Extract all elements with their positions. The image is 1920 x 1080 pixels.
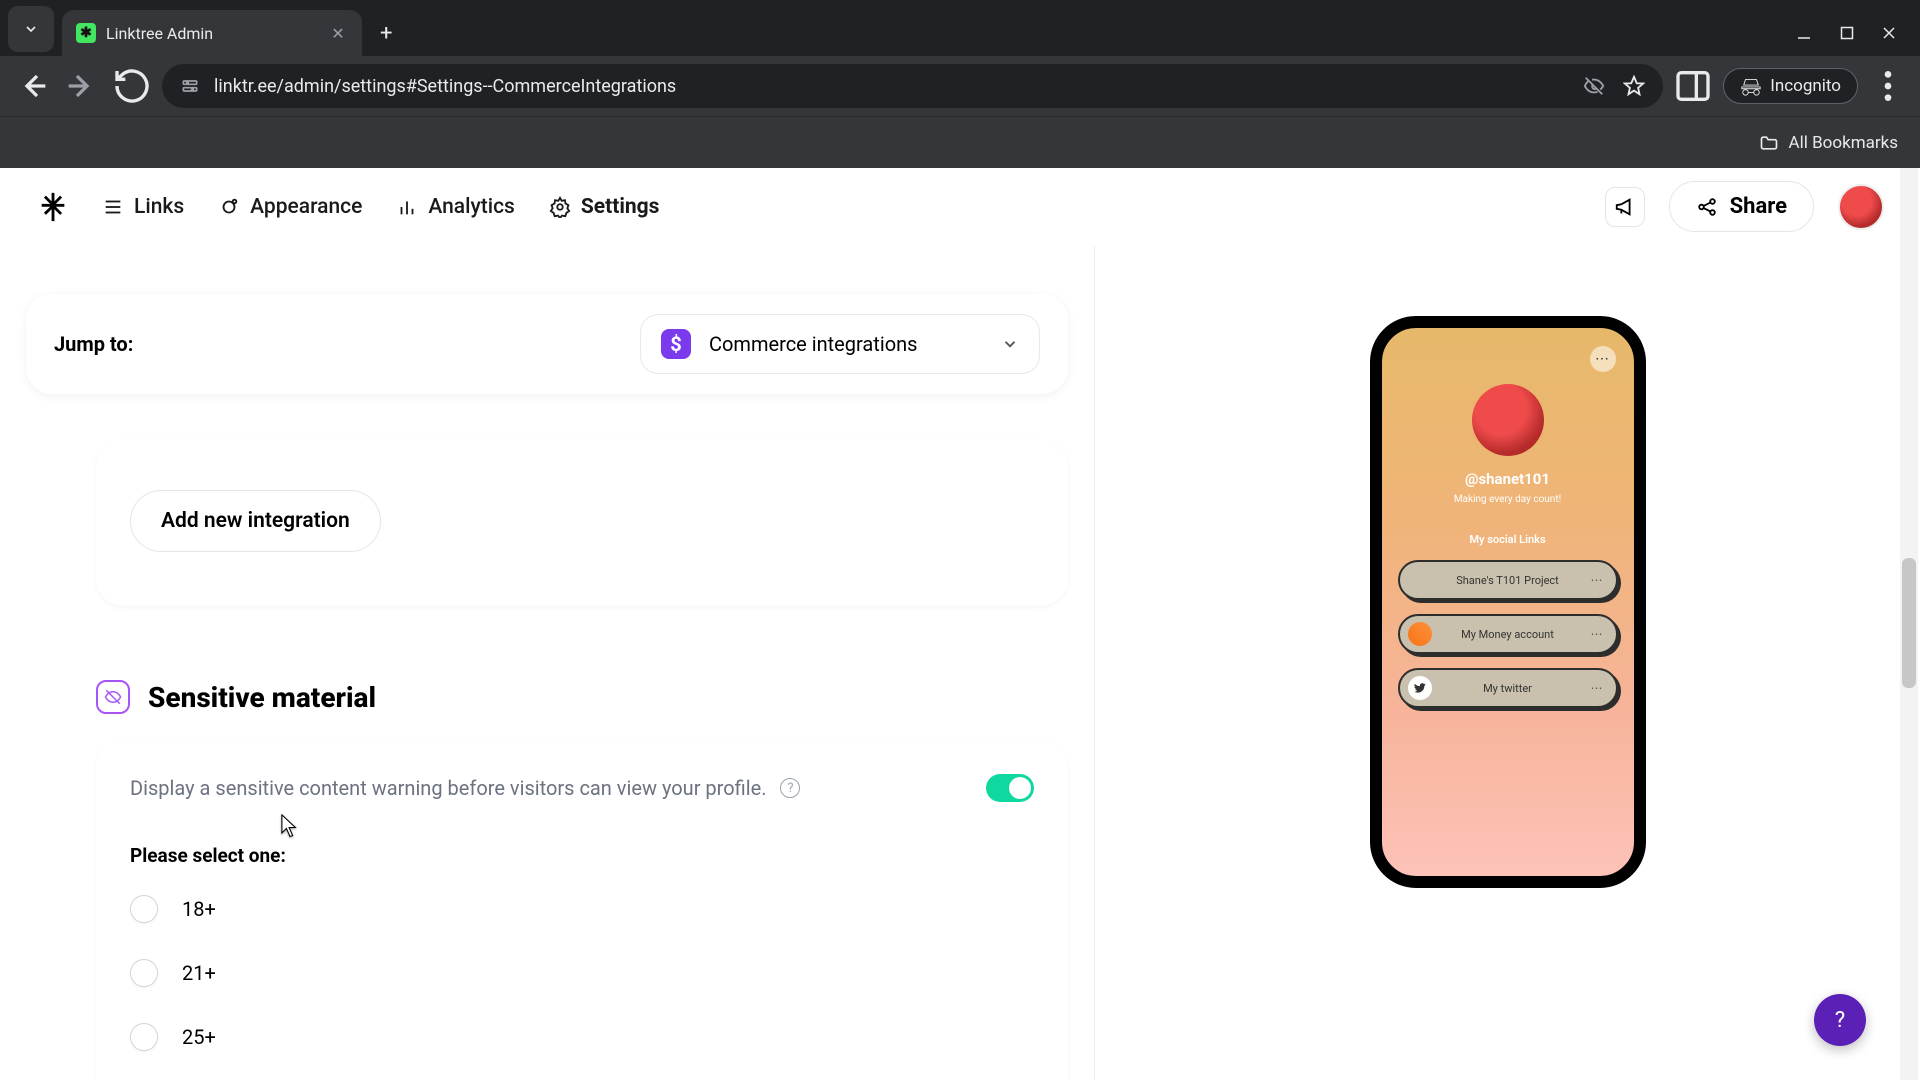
radio-label: 18+ bbox=[182, 897, 216, 921]
nav-analytics[interactable]: Analytics bbox=[396, 195, 515, 219]
share-label: Share bbox=[1730, 194, 1787, 219]
link-more-icon: ⋯ bbox=[1591, 573, 1604, 587]
phone-preview: ⋯ @shanet101 Making every day count! My … bbox=[1370, 316, 1646, 888]
integrations-card: Add new integration bbox=[96, 440, 1068, 606]
jump-to-label: Jump to: bbox=[54, 332, 133, 356]
nav-appearance-label: Appearance bbox=[250, 195, 362, 219]
url-text: linktr.ee/admin/settings#Settings--Comme… bbox=[214, 76, 676, 97]
linktree-favicon-icon: ✱ bbox=[76, 23, 96, 43]
jump-to-value: Commerce integrations bbox=[709, 332, 983, 356]
radio-icon[interactable] bbox=[130, 1023, 158, 1051]
sparkle-icon bbox=[218, 196, 240, 218]
preview-tagline: Making every day count! bbox=[1382, 494, 1634, 505]
tab-search-dropdown[interactable] bbox=[8, 6, 54, 52]
nav-back-icon[interactable] bbox=[12, 66, 52, 106]
nav-links-label: Links bbox=[134, 195, 184, 219]
help-icon[interactable]: ? bbox=[780, 778, 800, 798]
add-integration-button[interactable]: Add new integration bbox=[130, 490, 381, 552]
nav-analytics-label: Analytics bbox=[428, 195, 515, 219]
preview-avatar bbox=[1472, 384, 1544, 456]
radio-icon[interactable] bbox=[130, 895, 158, 923]
twitter-icon bbox=[1408, 676, 1432, 700]
sensitive-toggle[interactable] bbox=[986, 774, 1034, 802]
share-icon bbox=[1696, 196, 1718, 218]
incognito-chip[interactable]: Incognito bbox=[1723, 68, 1858, 104]
radio-label: 25+ bbox=[182, 1025, 216, 1049]
browser-tab[interactable]: ✱ Linktree Admin ✕ bbox=[62, 10, 362, 56]
linktree-logo-icon[interactable] bbox=[36, 190, 70, 224]
side-panel-icon[interactable] bbox=[1673, 66, 1713, 106]
radio-label: 21+ bbox=[182, 961, 216, 985]
dollar-icon: $ bbox=[661, 329, 691, 359]
tab-close-icon[interactable]: ✕ bbox=[328, 24, 348, 43]
nav-appearance[interactable]: Appearance bbox=[218, 195, 362, 219]
incognito-label: Incognito bbox=[1770, 76, 1841, 96]
sensitive-card: Display a sensitive content warning befo… bbox=[96, 740, 1068, 1080]
window-minimize-icon[interactable] bbox=[1796, 26, 1812, 42]
new-tab-button[interactable]: + bbox=[362, 21, 410, 56]
preview-link-label: My twitter bbox=[1400, 682, 1616, 695]
nav-settings[interactable]: Settings bbox=[549, 195, 660, 219]
list-icon bbox=[102, 196, 124, 218]
site-settings-icon[interactable] bbox=[180, 76, 200, 96]
preview-link: My twitter⋯ bbox=[1398, 668, 1618, 708]
link-more-icon: ⋯ bbox=[1591, 627, 1604, 641]
select-one-label: Please select one: bbox=[130, 844, 1034, 867]
nav-forward-icon bbox=[62, 66, 102, 106]
gear-icon bbox=[549, 196, 571, 218]
announcements-button[interactable] bbox=[1605, 187, 1645, 227]
help-fab-glyph: ? bbox=[1835, 1008, 1845, 1033]
chart-icon bbox=[396, 196, 418, 218]
chrome-menu-icon[interactable] bbox=[1868, 66, 1908, 106]
bookmark-star-icon[interactable] bbox=[1623, 75, 1645, 97]
nav-links[interactable]: Links bbox=[102, 195, 184, 219]
incognito-icon bbox=[1740, 75, 1762, 97]
help-fab[interactable]: ? bbox=[1814, 994, 1866, 1046]
radio-icon[interactable] bbox=[130, 959, 158, 987]
megaphone-icon bbox=[1614, 196, 1636, 218]
nav-settings-label: Settings bbox=[581, 195, 660, 219]
chevron-down-icon bbox=[1001, 335, 1019, 353]
radio-option[interactable]: 21+ bbox=[130, 959, 1034, 987]
preview-section: My social Links bbox=[1382, 533, 1634, 546]
window-maximize-icon[interactable] bbox=[1840, 26, 1854, 42]
preview-link: Shane's T101 Project⋯ bbox=[1398, 560, 1618, 600]
radio-option[interactable]: 18+ bbox=[130, 895, 1034, 923]
link-more-icon: ⋯ bbox=[1591, 681, 1604, 695]
jump-to-bar: Jump to: $ Commerce integrations bbox=[26, 294, 1068, 394]
preview-link: My Money account⋯ bbox=[1398, 614, 1618, 654]
nav-reload-icon[interactable] bbox=[112, 66, 152, 106]
sensitive-description: Display a sensitive content warning befo… bbox=[130, 776, 766, 800]
eye-off-icon[interactable] bbox=[1583, 75, 1605, 97]
link-thumb-icon bbox=[1408, 622, 1432, 646]
share-button[interactable]: Share bbox=[1669, 181, 1814, 232]
folder-icon bbox=[1759, 133, 1779, 153]
tab-title: Linktree Admin bbox=[106, 24, 318, 43]
address-bar[interactable]: linktr.ee/admin/settings#Settings--Comme… bbox=[162, 64, 1663, 108]
preview-link-label: My Money account bbox=[1400, 628, 1616, 641]
preview-link-label: Shane's T101 Project bbox=[1400, 574, 1616, 587]
window-close-icon[interactable] bbox=[1882, 26, 1896, 42]
profile-avatar[interactable] bbox=[1838, 184, 1884, 230]
radio-option[interactable]: 25+ bbox=[130, 1023, 1034, 1051]
all-bookmarks-button[interactable]: All Bookmarks bbox=[1789, 133, 1898, 153]
jump-to-select[interactable]: $ Commerce integrations bbox=[640, 314, 1040, 374]
preview-more-icon[interactable]: ⋯ bbox=[1590, 346, 1616, 372]
sensitive-title: Sensitive material bbox=[148, 681, 376, 714]
sensitive-section-icon bbox=[96, 680, 130, 714]
preview-handle: @shanet101 bbox=[1382, 470, 1634, 488]
